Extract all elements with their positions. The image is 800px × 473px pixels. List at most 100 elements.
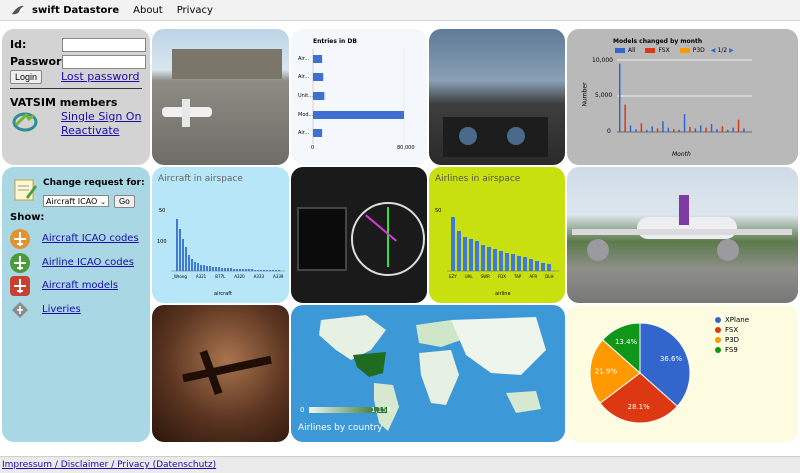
- password-input[interactable]: [62, 55, 146, 69]
- models-bar: [656, 128, 659, 132]
- single-sign-on-link[interactable]: Single Sign On: [61, 110, 141, 123]
- vatsim-title: VATSIM members: [10, 96, 118, 109]
- aircraft-xlabel-1: A321: [195, 274, 207, 279]
- photo-cockpit: [429, 29, 565, 165]
- models-bar: [694, 128, 697, 132]
- aircraft-xlabels: _Wrong A321 B77L A320 A333 A339: [172, 274, 283, 279]
- models-bar: [716, 129, 718, 132]
- models-bar: [737, 119, 740, 132]
- models-bar: [678, 129, 680, 132]
- entries-cat-4: Air...: [298, 130, 310, 136]
- entries-bar: [313, 92, 325, 100]
- change-request-panel: Change request for: Aircraft ICAO ⌄ Go S…: [2, 167, 150, 442]
- top-navbar: swift Datastore About Privacy: [0, 0, 800, 21]
- models-bar: [662, 121, 664, 132]
- reactivate-link[interactable]: Reactivate: [61, 124, 119, 137]
- legend-fsx2: FSX: [725, 326, 739, 334]
- aircraft-xlabel-2: B77L: [215, 274, 226, 279]
- aircraft-in-airspace-chart: Aircraft in airspace 50 100 _Wrong A321 …: [152, 167, 289, 303]
- models-bar: [700, 125, 702, 132]
- entries-cat-0: Air...: [298, 56, 310, 62]
- go-button[interactable]: Go: [114, 195, 135, 208]
- legend-xplane-swatch: [715, 317, 721, 323]
- aircraft-models-icon: [10, 276, 30, 296]
- login-button[interactable]: Login: [10, 70, 43, 84]
- simulator-pie-chart: 36.6% 28.1% 21.9% 13.4% XPlane FSX P3D FS9: [567, 305, 798, 442]
- nav-about[interactable]: About: [133, 5, 163, 16]
- aircraft-models-link[interactable]: Aircraft models: [42, 280, 118, 291]
- aircraft-xlabel-5: A339: [273, 274, 284, 279]
- aircraft-axis-label: aircraft: [214, 291, 232, 297]
- id-input[interactable]: [62, 38, 146, 52]
- models-bar: [619, 63, 621, 132]
- airlines-in-airspace-chart: Airlines in airspace 50 EZY UAL SWR FDX …: [429, 167, 565, 303]
- legend-xplane: XPlane: [725, 316, 749, 324]
- entries-bar: [313, 129, 323, 137]
- pie-label: 36.6%: [660, 355, 683, 363]
- models-bar: [635, 129, 637, 132]
- liveries-icon: [10, 300, 30, 320]
- brand-label: swift Datastore: [32, 4, 120, 16]
- show-label: Show:: [10, 212, 45, 223]
- footer: Impressum / Disclaimer / Privacy (Datens…: [0, 456, 800, 473]
- models-bar: [689, 126, 691, 132]
- legend-fsx2-swatch: [715, 327, 721, 333]
- pie-label: 28.1%: [627, 403, 650, 411]
- airlines-xlabel-4: TAP: [514, 274, 522, 279]
- models-bar: [727, 129, 729, 132]
- footer-impressum-link[interactable]: Impressum / Disclaimer / Privacy (Datens…: [2, 460, 216, 470]
- photo-glass-cockpit: [291, 167, 427, 303]
- liveries-link[interactable]: Liveries: [42, 304, 81, 315]
- legend-p3d2: P3D: [725, 336, 740, 344]
- edit-note-icon: [14, 179, 37, 201]
- entries-cat-2: Unit...: [298, 93, 313, 99]
- login-panel: Id: Password: Login Lost password VATSIM…: [2, 29, 150, 165]
- models-bar: [721, 126, 724, 132]
- entries-in-db-chart: Entries in DB Air... Air... Unit... Mod.…: [291, 29, 427, 165]
- swift-logo-icon: [12, 5, 24, 15]
- airlines-airspace-svg: [447, 217, 559, 272]
- models-bar: [629, 125, 632, 132]
- entries-cat-1: Air...: [298, 74, 310, 80]
- photo-777-taxiway: [567, 167, 798, 303]
- entries-cat-3: Mod...: [298, 112, 314, 118]
- airlines-xlabel-0: EZY: [449, 274, 457, 279]
- aircraft-airspace-svg: [171, 219, 285, 272]
- airlines-xlabel-3: FDX: [497, 274, 507, 279]
- change-request-select[interactable]: Aircraft ICAO ⌄: [43, 195, 109, 207]
- map-scale-min: 0: [300, 406, 305, 414]
- models-bar: [673, 129, 675, 132]
- models-bar: [651, 126, 653, 132]
- models-bar: [732, 127, 734, 132]
- legend-p3d2-swatch: [715, 337, 721, 343]
- models-bar: [743, 128, 745, 132]
- lost-password-link[interactable]: Lost password: [61, 70, 139, 83]
- models-bar: [624, 104, 626, 132]
- nav-privacy[interactable]: Privacy: [177, 5, 213, 16]
- aircraft-xlabel-0: _Wrong: [172, 274, 187, 279]
- airlines-xlabels: EZY UAL SWR FDX TAP AFR DLH: [449, 274, 553, 279]
- airline-icao-link[interactable]: Airline ICAO codes: [42, 257, 134, 268]
- airline-icao-icon: [10, 253, 30, 273]
- map-caption: Airlines by country: [298, 423, 383, 433]
- legend-fs9: FS9: [725, 346, 738, 354]
- legend-fs9-swatch: [715, 347, 721, 353]
- change-request-select-value: Aircraft ICAO: [46, 197, 98, 206]
- pie-label: 13.4%: [615, 338, 638, 346]
- entries-bar: [313, 111, 404, 119]
- aircraft-xlabel-4: A333: [253, 274, 265, 279]
- airlines-xlabel-2: SWR: [480, 274, 490, 279]
- id-label: Id:: [10, 38, 27, 51]
- entries-bar: [313, 55, 323, 63]
- aircraft-icao-link[interactable]: Aircraft ICAO codes: [42, 233, 139, 244]
- brand[interactable]: swift Datastore: [10, 3, 119, 17]
- chevron-down-icon: ⌄: [100, 198, 106, 206]
- change-request-title: Change request for:: [43, 178, 145, 188]
- airlines-xlabel-5: AFR: [529, 274, 538, 279]
- pie-label: 21.9%: [595, 368, 618, 376]
- models-bar: [646, 129, 648, 132]
- entries-tick-0: 0: [311, 145, 315, 151]
- airlines-xlabel-1: UAL: [464, 274, 473, 279]
- divider: [10, 88, 142, 89]
- vatsim-icon: [12, 112, 38, 132]
